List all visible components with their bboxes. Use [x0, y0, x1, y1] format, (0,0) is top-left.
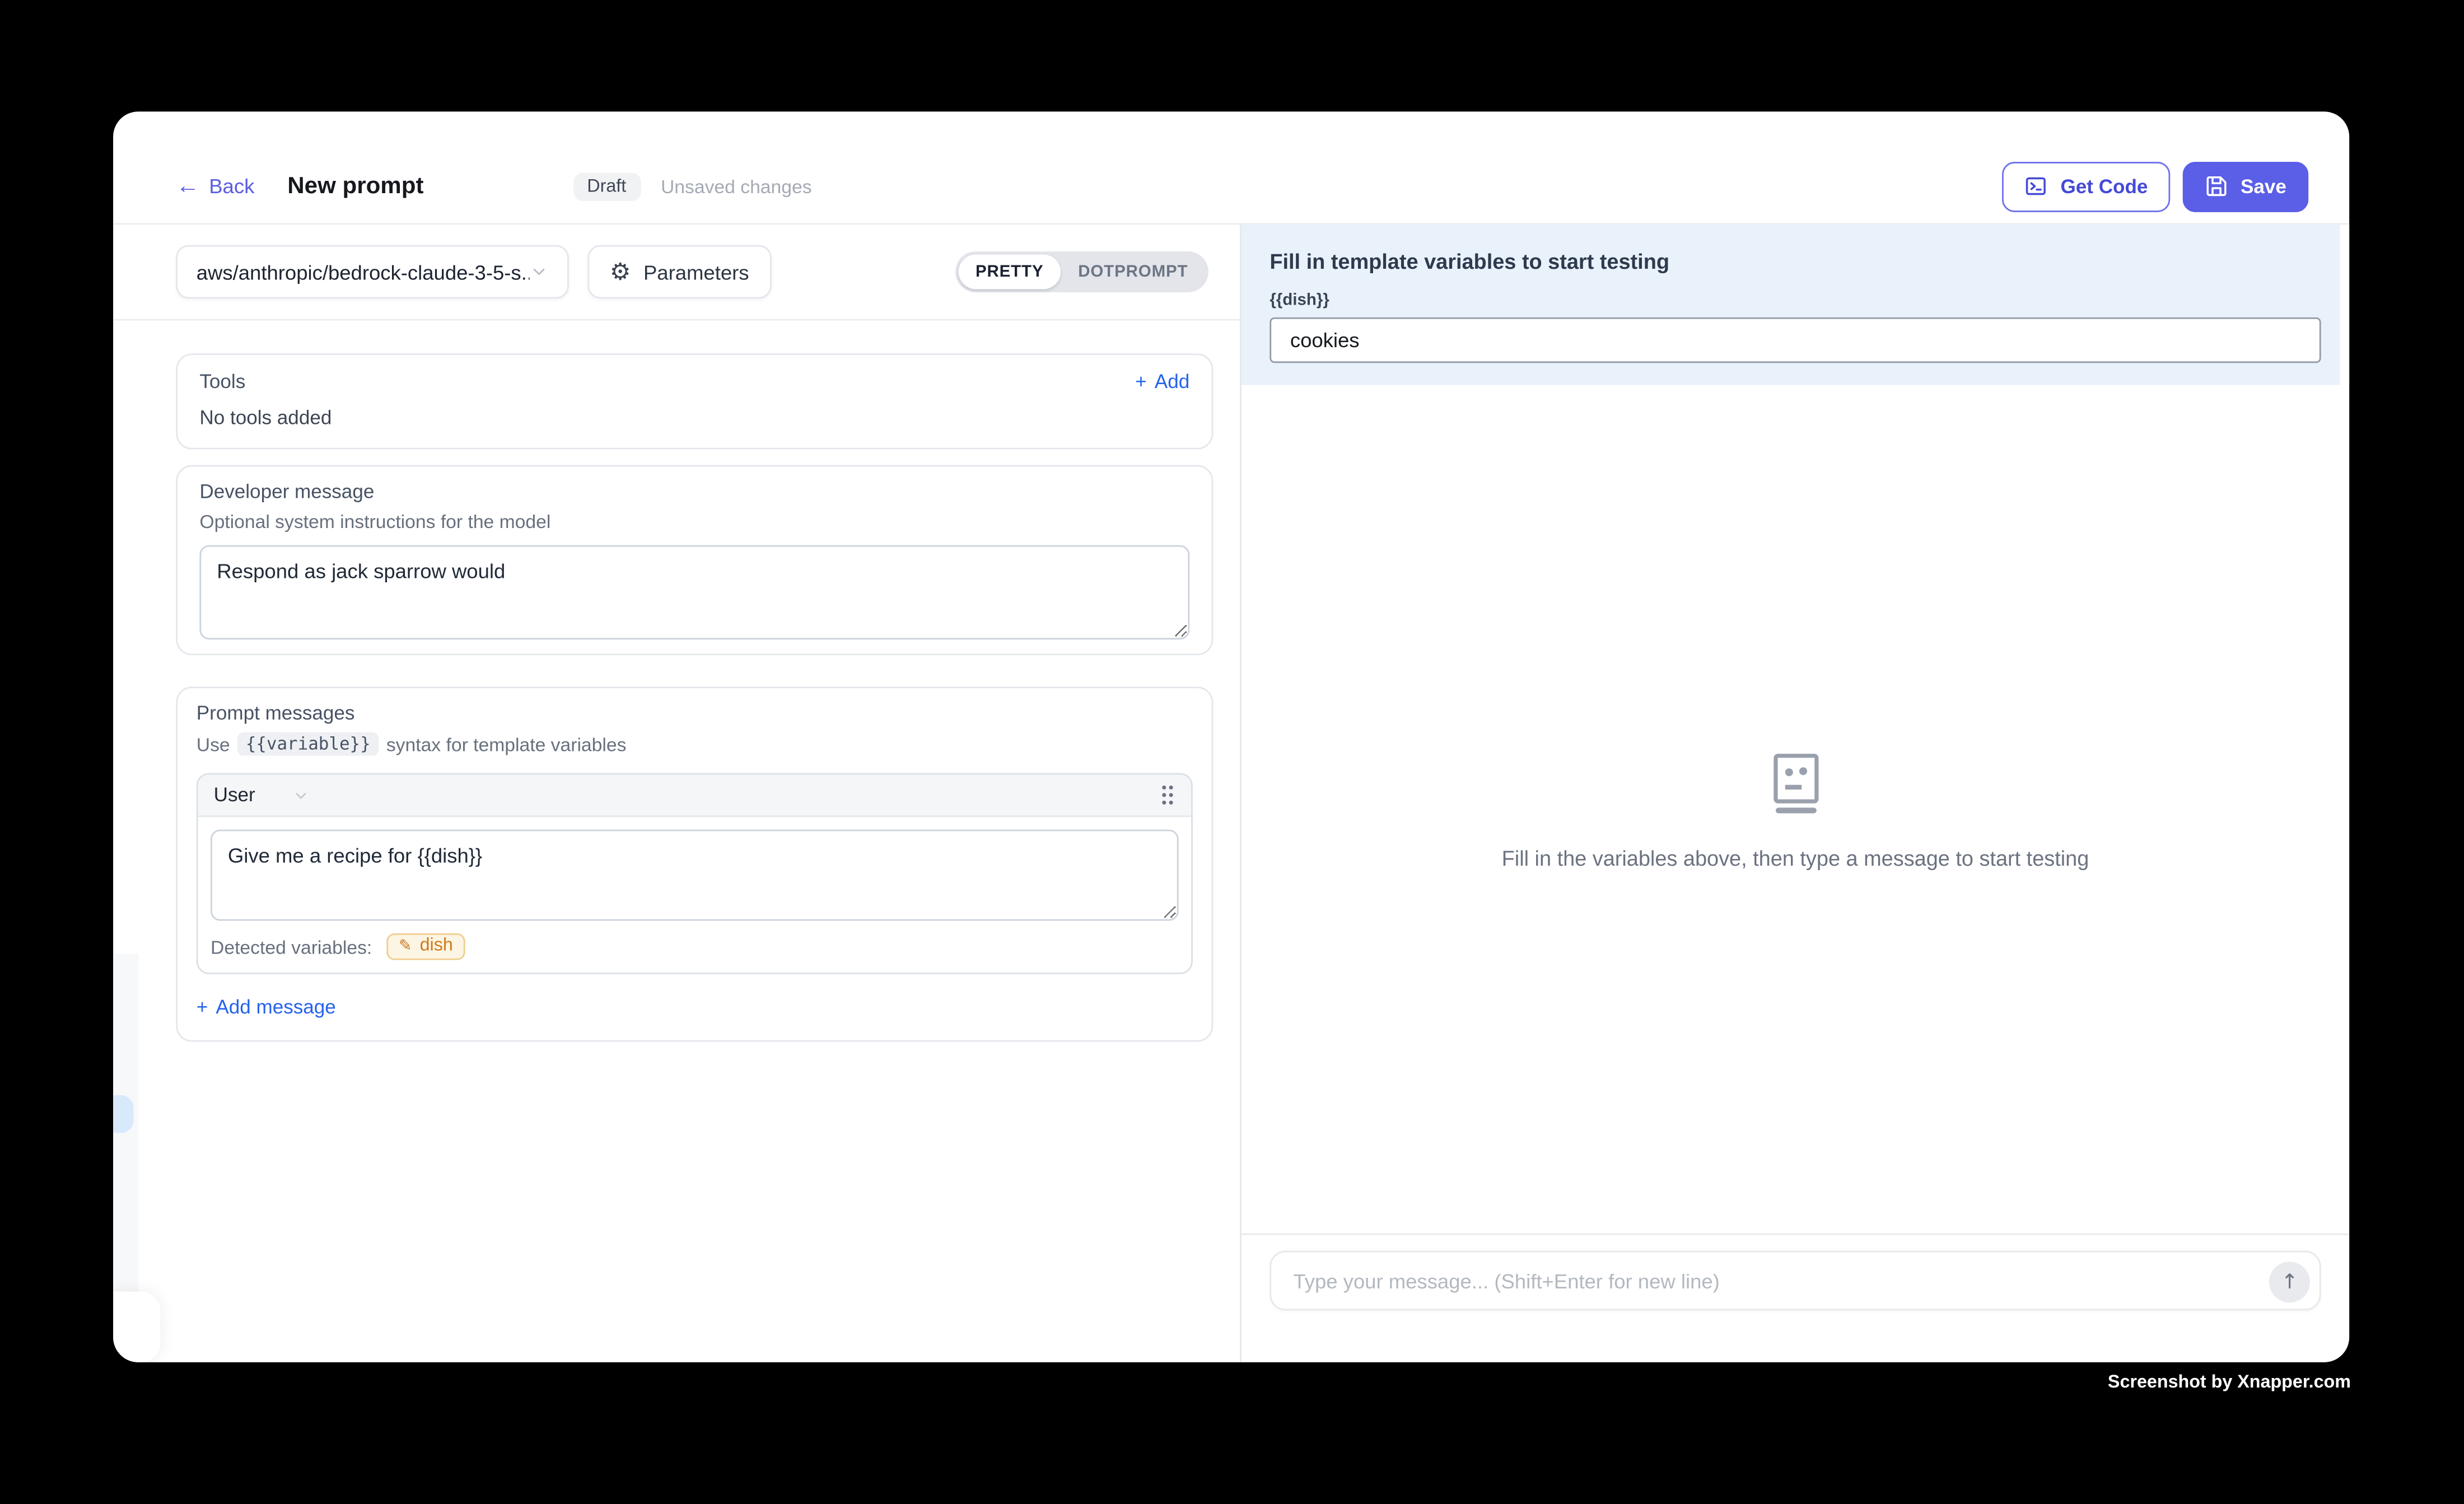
- add-message-label: Add message: [216, 996, 335, 1018]
- prompt-messages-card: Prompt messages Use {{variable}} syntax …: [176, 686, 1213, 1041]
- message-header: User: [198, 774, 1191, 817]
- empty-state-text: Fill in the variables above, then type a…: [1502, 846, 2089, 870]
- sidebar-active-item-fragment: [113, 1095, 133, 1133]
- back-arrow-icon: ←: [176, 174, 199, 198]
- terminal-icon: [2024, 174, 2048, 198]
- toggle-option-dotprompt[interactable]: DOTPROMPT: [1061, 255, 1205, 289]
- tools-card-title: Tools: [199, 371, 245, 393]
- prompt-messages-subtitle: Use {{variable}} syntax for template var…: [197, 732, 1193, 756]
- tools-card: Tools + Add No tools added: [176, 353, 1213, 449]
- get-code-button[interactable]: Get Code: [2003, 161, 2170, 212]
- role-selector-value: User: [214, 784, 255, 806]
- body: aws/anthropic/bedrock-claude-3-5-s... ⚙ …: [113, 225, 2349, 1362]
- subtitle-use: Use: [197, 733, 230, 755]
- editor-content: Tools + Add No tools added Developer mes…: [113, 320, 1240, 1041]
- variables-section: Fill in template variables to start test…: [1242, 225, 2349, 385]
- add-tool-label: Add: [1155, 371, 1189, 393]
- editor-panel: aws/anthropic/bedrock-claude-3-5-s... ⚙ …: [113, 225, 1240, 1362]
- chat-input-container: ↑: [1270, 1251, 2321, 1311]
- add-message-row: + Add message: [197, 993, 1193, 1021]
- back-label: Back: [209, 174, 254, 198]
- chevron-down-icon: [530, 263, 549, 282]
- subtitle-rest: syntax for template variables: [386, 733, 627, 755]
- plus-icon: +: [197, 996, 208, 1018]
- plus-icon: +: [1135, 371, 1147, 393]
- page-title: New prompt: [287, 173, 423, 200]
- add-message-button[interactable]: + Add message: [197, 996, 336, 1018]
- toggle-option-pretty[interactable]: PRETTY: [958, 255, 1061, 289]
- corner-card-fragment: [113, 1292, 160, 1362]
- unsaved-changes-text: Unsaved changes: [661, 175, 812, 197]
- variable-badge-label: dish: [420, 936, 453, 955]
- tools-empty-text: No tools added: [199, 407, 1189, 429]
- chat-input-bar: ↑: [1242, 1234, 2349, 1362]
- variable-badge-dish[interactable]: ✎ dish: [386, 933, 466, 960]
- parameters-button[interactable]: ⚙ Parameters: [587, 245, 771, 298]
- header: ← Back New prompt Draft Unsaved changes …: [113, 111, 2349, 225]
- message-body: Give me a recipe for {{dish}} Detected v…: [198, 817, 1191, 973]
- model-selector[interactable]: aws/anthropic/bedrock-claude-3-5-s...: [176, 245, 569, 298]
- save-icon: [2204, 174, 2228, 198]
- watermark-text: Screenshot by Xnapper.com: [2108, 1374, 2351, 1393]
- variable-name-label: {{dish}}: [1270, 291, 2321, 310]
- developer-message-subtitle: Optional system instructions for the mod…: [199, 511, 1189, 533]
- get-code-label: Get Code: [2060, 175, 2148, 197]
- variables-heading: Fill in template variables to start test…: [1270, 250, 2321, 273]
- save-button[interactable]: Save: [2182, 161, 2308, 212]
- send-message-button[interactable]: ↑: [2269, 1262, 2310, 1302]
- drag-handle-icon[interactable]: [1160, 784, 1175, 806]
- add-tool-button[interactable]: + Add: [1135, 371, 1189, 393]
- chat-message-input[interactable]: [1271, 1269, 2320, 1292]
- message-block: User: [197, 773, 1193, 974]
- stage: ← Back New prompt Draft Unsaved changes …: [0, 0, 2464, 1503]
- format-toggle: PRETTY DOTPROMPT: [955, 251, 1208, 292]
- parameters-label: Parameters: [643, 260, 749, 283]
- user-message-textarea[interactable]: Give me a recipe for {{dish}}: [211, 830, 1179, 921]
- chat-empty-state: Fill in the variables above, then type a…: [1242, 385, 2349, 1233]
- edit-pencil-icon: ✎: [399, 937, 412, 955]
- up-arrow-icon: ↑: [2281, 1271, 2298, 1294]
- model-selector-value: aws/anthropic/bedrock-claude-3-5-s...: [197, 260, 530, 283]
- robot-icon: [1761, 749, 1830, 818]
- detected-variables-row: Detected variables: ✎ dish: [211, 933, 1179, 960]
- developer-message-title: Developer message: [199, 481, 1189, 503]
- status-badge: Draft: [573, 172, 640, 200]
- editor-toolbar: aws/anthropic/bedrock-claude-3-5-s... ⚙ …: [113, 225, 1240, 320]
- save-label: Save: [2241, 175, 2286, 197]
- developer-message-textarea[interactable]: Respond as jack sparrow would: [199, 545, 1189, 639]
- variable-syntax-chip: {{variable}}: [238, 732, 379, 756]
- chevron-down-icon: [293, 786, 310, 804]
- test-panel: Fill in template variables to start test…: [1240, 225, 2349, 1362]
- gear-icon: ⚙: [610, 260, 631, 283]
- developer-message-card: Developer message Optional system instru…: [176, 465, 1213, 656]
- prompt-messages-title: Prompt messages: [197, 702, 1193, 724]
- tools-card-header: Tools + Add: [199, 371, 1189, 393]
- back-button[interactable]: ← Back: [176, 174, 254, 198]
- variable-value-input[interactable]: [1270, 317, 2321, 363]
- role-selector[interactable]: User: [214, 784, 310, 806]
- detected-variables-label: Detected variables:: [211, 936, 372, 957]
- app-window: ← Back New prompt Draft Unsaved changes …: [113, 111, 2349, 1362]
